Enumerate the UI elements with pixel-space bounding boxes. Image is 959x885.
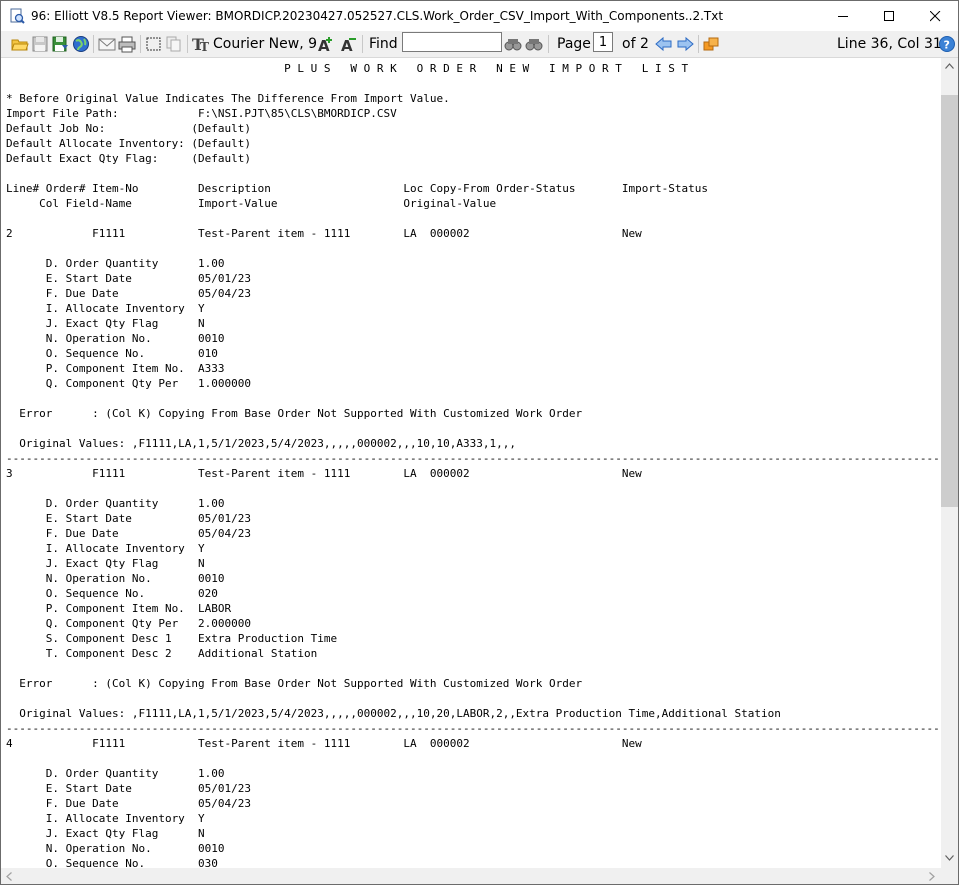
report-line: Default Allocate Inventory: (Default) [6,137,252,150]
svg-text:T: T [200,40,209,53]
report-line: I. Allocate Inventory Y [6,302,205,315]
report-line: Default Job No: (Default) [6,122,252,135]
report-line: O. Sequence No. 030 [6,857,218,868]
report-line: F. Due Date 05/04/23 [6,797,252,810]
report-line: Error : (Col K) Copying From Base Order … [6,407,583,420]
title-bar[interactable]: 96: Elliott V8.5 Report Viewer: BMORDICP… [1,1,958,31]
scroll-right-arrow-icon[interactable] [929,872,935,881]
report-line: I. Allocate Inventory Y [6,542,205,555]
scroll-left-arrow-icon[interactable] [6,872,12,881]
cursor-position: Line 36, Col 31 [837,36,942,52]
report-line: E. Start Date 05/01/23 [6,512,252,525]
report-line: Col Field-Name Import-Value Original-Val… [6,197,497,210]
report-line: P. Component Item No. A333 [6,362,225,375]
page-total-label: of 2 [622,36,649,52]
report-line: 3 F1111 Test-Parent item - 1111 LA 00000… [6,467,642,480]
maximize-button[interactable] [866,1,912,31]
report-line: N. Operation No. 0010 [6,842,225,855]
report-line: O. Sequence No. 010 [6,347,218,360]
maximize-icon [884,11,894,21]
report-line: P L U S W O R K O R D E R N E W I M P O … [6,62,689,75]
previous-page-arrow-icon[interactable] [655,35,673,53]
report-separator-line: ----------------------------------------… [6,722,941,735]
report-line: E. Start Date 05/01/23 [6,782,252,795]
font-size-decrease-icon[interactable]: A [340,35,358,53]
save-disk-icon[interactable] [31,35,49,53]
select-all-icon[interactable] [145,35,163,53]
report-line: J. Exact Qty Flag N [6,827,205,840]
globe-icon[interactable] [72,35,90,53]
report-line: E. Start Date 05/01/23 [6,272,252,285]
help-icon[interactable]: ? [938,35,956,53]
report-line: Original Values: ,F1111,LA,1,5/1/2023,5/… [6,437,516,450]
report-line: 4 F1111 Test-Parent item - 1111 LA 00000… [6,737,642,750]
report-line: O. Sequence No. 020 [6,587,218,600]
font-icon[interactable]: T T [192,35,210,53]
minimize-icon [838,16,848,17]
next-page-arrow-icon[interactable] [676,35,694,53]
report-line: D. Order Quantity 1.00 [6,257,225,270]
report-line: Import File Path: F:\NSI.PJT\85\CLS\BMOR… [6,107,397,120]
report-line: D. Order Quantity 1.00 [6,767,225,780]
horizontal-scrollbar[interactable] [1,868,941,884]
page-label: Page [557,36,591,52]
open-folder-icon[interactable] [11,35,29,53]
vertical-scroll-thumb[interactable] [941,95,958,507]
report-line: 2 F1111 Test-Parent item - 1111 LA 00000… [6,227,642,240]
copy-icon[interactable] [165,35,183,53]
report-line: N. Operation No. 0010 [6,572,225,585]
toolbar: T T Courier New, 9 A A Find Page of 2 [1,31,958,58]
print-icon[interactable] [118,35,136,53]
report-viewer-app-icon [10,8,25,24]
minimize-button[interactable] [820,1,866,31]
report-text-area[interactable]: P L U S W O R K O R D E R N E W I M P O … [1,58,941,868]
page-number-input[interactable] [593,32,613,52]
report-line: P. Component Item No. LABOR [6,602,232,615]
toolbar-separator [362,35,363,53]
report-line: Original Values: ,F1111,LA,1,5/1/2023,5/… [6,707,781,720]
report-line: Error : (Col K) Copying From Base Order … [6,677,583,690]
vertical-scrollbar[interactable] [941,58,958,868]
report-separator-line: ----------------------------------------… [6,452,941,465]
export-icon[interactable] [51,35,69,53]
report-line: Default Exact Qty Flag: (Default) [6,152,252,165]
report-line: * Before Original Value Indicates The Di… [6,92,450,105]
toolbar-separator [93,35,94,53]
report-line: D. Order Quantity 1.00 [6,497,225,510]
find-label: Find [369,36,398,52]
toolbar-separator [140,35,141,53]
report-line: Q. Component Qty Per 1.000000 [6,377,252,390]
report-viewer-window: 96: Elliott V8.5 Report Viewer: BMORDICP… [0,0,959,885]
email-icon[interactable] [98,35,116,53]
report-line: N. Operation No. 0010 [6,332,225,345]
find-next-icon[interactable] [525,35,543,53]
close-button[interactable] [912,1,958,31]
scrollbar-corner [941,868,958,884]
font-size-increase-icon[interactable]: A [317,35,335,53]
font-name-label[interactable]: Courier New, 9 [213,36,317,52]
goto-icon[interactable] [702,35,720,53]
report-line: J. Exact Qty Flag N [6,557,205,570]
close-icon [930,11,941,22]
report-line: I. Allocate Inventory Y [6,812,205,825]
find-previous-icon[interactable] [504,35,522,53]
report-line: S. Component Desc 1 Extra Production Tim… [6,632,338,645]
toolbar-separator [548,35,549,53]
report-line: Line# Order# Item-No Description Loc Cop… [6,182,708,195]
report-line: F. Due Date 05/04/23 [6,527,252,540]
scroll-up-arrow-icon[interactable] [945,63,954,69]
toolbar-separator [698,35,699,53]
report-line: Q. Component Qty Per 2.000000 [6,617,252,630]
scroll-down-arrow-icon[interactable] [945,855,954,861]
toolbar-separator [187,35,188,53]
report-line: J. Exact Qty Flag N [6,317,205,330]
svg-text:?: ? [944,39,950,52]
report-line: T. Component Desc 2 Additional Station [6,647,318,660]
find-input[interactable] [402,32,502,52]
window-title: 96: Elliott V8.5 Report Viewer: BMORDICP… [31,9,724,23]
report-line: F. Due Date 05/04/23 [6,287,252,300]
